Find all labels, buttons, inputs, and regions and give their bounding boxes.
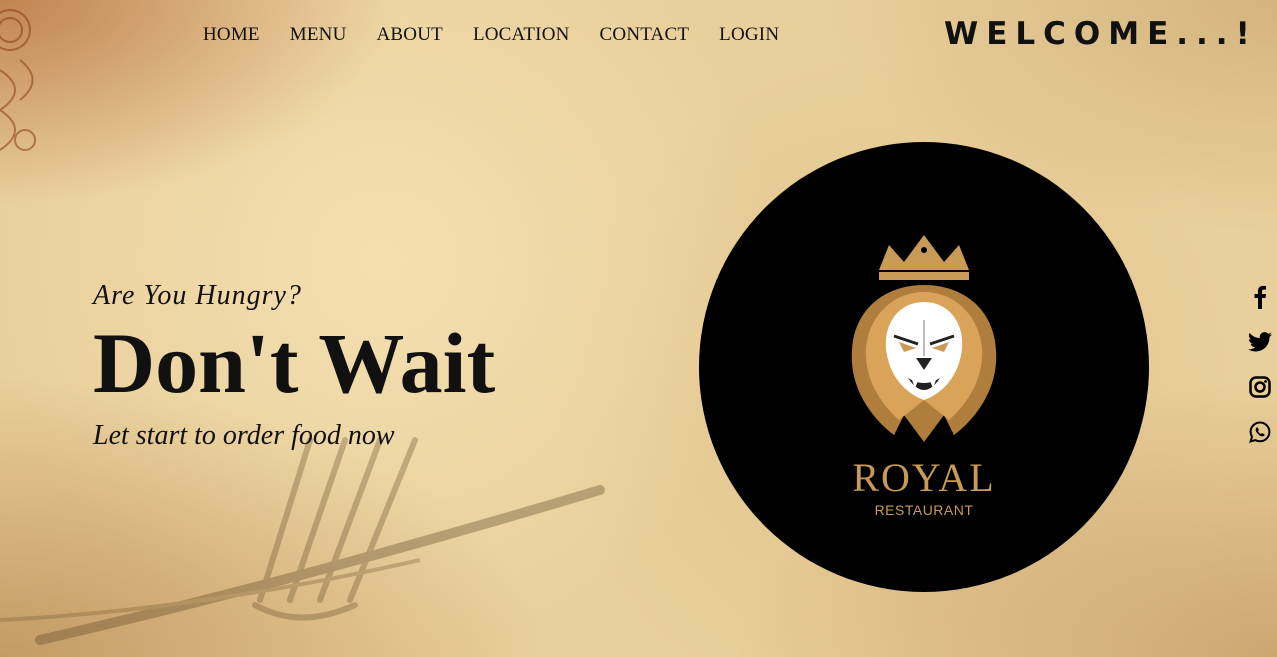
nav-location[interactable]: LOCATION — [473, 24, 570, 46]
ornament-decoration — [0, 9, 36, 151]
social-links — [1247, 284, 1273, 445]
nav-home[interactable]: HOME — [203, 24, 260, 46]
welcome-heading: WELCOME...! — [944, 16, 1258, 52]
main-nav: HOME MENU ABOUT LOCATION CONTACT LOGIN — [203, 24, 779, 46]
hero-subtitle: Are You Hungry? — [93, 280, 302, 311]
logo-subname: RESTAURANT — [874, 502, 974, 518]
hero-section: Are You Hungry? Don't Wait Let start to … — [93, 280, 495, 452]
hero-headline: Don't Wait — [93, 315, 496, 411]
nav-menu[interactable]: MENU — [290, 24, 347, 46]
restaurant-logo: ROYAL RESTAURANT — [699, 142, 1149, 592]
lion-crown-emblem — [851, 235, 997, 442]
whatsapp-icon[interactable] — [1247, 419, 1273, 445]
logo-name: ROYAL — [852, 455, 996, 500]
nav-login[interactable]: LOGIN — [719, 24, 779, 46]
nav-about[interactable]: ABOUT — [377, 24, 443, 46]
nav-contact[interactable]: CONTACT — [600, 24, 690, 46]
facebook-icon[interactable] — [1247, 284, 1273, 310]
instagram-icon[interactable] — [1247, 374, 1273, 400]
hero-tagline: Let start to order food now — [93, 420, 395, 451]
twitter-icon[interactable] — [1247, 329, 1273, 355]
